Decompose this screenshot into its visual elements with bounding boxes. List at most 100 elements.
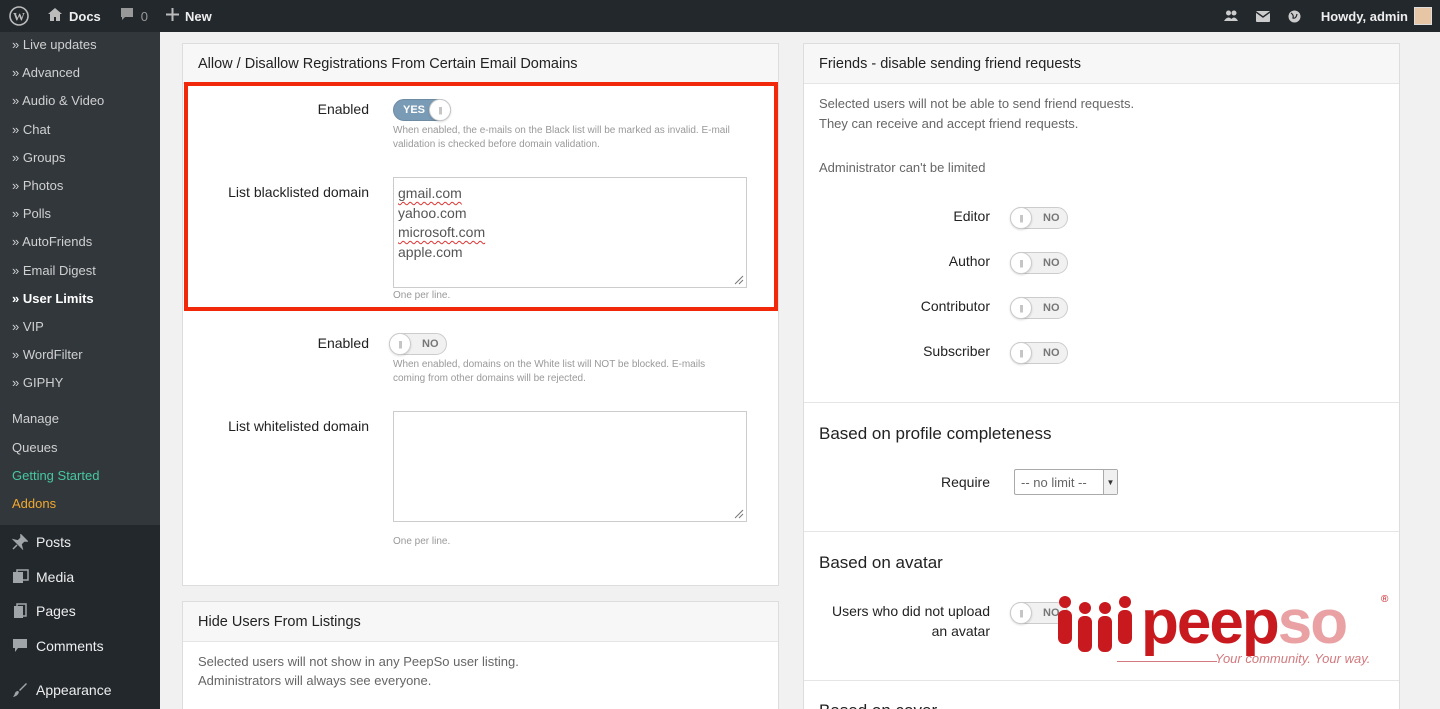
email-domains-panel: Allow / Disallow Registrations From Cert…	[182, 43, 779, 586]
submenu-wordfilter[interactable]: » WordFilter	[0, 342, 160, 370]
toggle-text: NO	[422, 338, 439, 350]
panel-title: Friends - disable sending friend request…	[804, 44, 1399, 84]
svg-text:W: W	[13, 10, 25, 24]
hide-users-panel: Hide Users From Listings Selected users …	[182, 601, 779, 709]
whitelist-domain-label: List whitelisted domain	[228, 418, 369, 434]
peepso-wordmark: peepso	[1141, 588, 1348, 658]
role-contributor-label: Contributor	[920, 298, 990, 314]
menu-label: Media	[36, 568, 75, 585]
role-editor-toggle[interactable]: ||| NO	[1010, 207, 1068, 229]
role-editor-label: Editor	[953, 208, 990, 224]
new-label: New	[185, 8, 212, 24]
role-author-label: Author	[948, 253, 990, 269]
divider	[804, 531, 1399, 532]
wordpress-logo-icon[interactable]: W	[0, 0, 38, 32]
submenu-photos[interactable]: » Photos	[0, 173, 160, 201]
toggle-knob: |||	[389, 333, 411, 355]
panel-title: Allow / Disallow Registrations From Cert…	[183, 44, 778, 84]
whitelist-hint-line1: When enabled, domains on the White list …	[393, 359, 706, 370]
whitelist-per-line: One per line.	[393, 536, 451, 547]
toggle-knob: |||	[1010, 342, 1032, 364]
submenu-getting-started[interactable]: Getting Started	[0, 463, 160, 491]
whitelist-hint-line2: coming from other domains will be reject…	[393, 373, 586, 384]
paintbrush-icon	[10, 680, 30, 700]
toggle-text: NO	[1043, 212, 1060, 224]
submenu-live-updates[interactable]: » Live updates	[0, 32, 160, 60]
submenu-email-digest[interactable]: » Email Digest	[0, 258, 160, 286]
toggle-knob: |||	[1010, 207, 1032, 229]
submenu-groups[interactable]: » Groups	[0, 145, 160, 173]
media-icon	[10, 567, 30, 587]
new-content-link[interactable]: New	[157, 0, 221, 32]
admin-bar: W Docs 0 New Howdy, admin	[0, 0, 1440, 32]
submenu-queues[interactable]: Queues	[0, 435, 160, 463]
howdy-text: Howdy, admin	[1320, 8, 1408, 24]
submenu-addons[interactable]: Addons	[0, 491, 160, 519]
role-subscriber-label: Subscriber	[923, 343, 990, 359]
toggle-knob: |||	[1010, 297, 1032, 319]
admin-sidebar: » Live updates » Advanced » Audio & Vide…	[0, 32, 160, 709]
friends-text2: They can receive and accept friend reque…	[819, 116, 1079, 131]
toggle-text: NO	[1043, 347, 1060, 359]
resize-handle-icon[interactable]	[734, 509, 744, 519]
wordmark-peep: peep	[1141, 588, 1280, 657]
role-contributor-toggle[interactable]: ||| NO	[1010, 297, 1068, 319]
avatar-label-line2: an avatar	[931, 623, 990, 639]
comments-icon	[10, 636, 30, 656]
pages-icon	[10, 601, 30, 621]
avatar-section-title: Based on avatar	[819, 553, 943, 572]
toggle-text: NO	[1043, 257, 1060, 269]
role-author-toggle[interactable]: ||| NO	[1010, 252, 1068, 274]
submenu-chat[interactable]: » Chat	[0, 117, 160, 145]
submenu-audio-video[interactable]: » Audio & Video	[0, 88, 160, 116]
profile-completeness-title: Based on profile completeness	[819, 424, 1052, 443]
peepso-tagline: Your community. Your way.	[1215, 651, 1371, 666]
menu-pages[interactable]: Pages	[0, 594, 160, 629]
submenu-vip[interactable]: » VIP	[0, 314, 160, 342]
hide-users-text1: Selected users will not show in any Peep…	[198, 654, 519, 669]
menu-posts[interactable]: Posts	[0, 525, 160, 560]
main-content: Allow / Disallow Registrations From Cert…	[160, 32, 1440, 709]
whitelist-enabled-toggle[interactable]: ||| NO	[389, 333, 447, 355]
highlight-box	[184, 82, 778, 311]
menu-label: Pages	[36, 603, 76, 620]
avatar	[1414, 7, 1432, 25]
mail-icon[interactable]	[1247, 0, 1279, 32]
registered-mark: ®	[1381, 594, 1389, 605]
divider	[804, 402, 1399, 403]
site-name-link[interactable]: Docs	[38, 0, 110, 32]
admin-note: Administrator can't be limited	[819, 160, 986, 175]
submenu-user-limits[interactable]: » User Limits	[0, 286, 160, 314]
toggle-text: NO	[1043, 302, 1060, 314]
peepso-people-icon	[1058, 596, 1132, 652]
role-subscriber-toggle[interactable]: ||| NO	[1010, 342, 1068, 364]
wordmark-so: so	[1277, 588, 1348, 657]
account-menu[interactable]: Howdy, admin	[1311, 7, 1432, 25]
menu-appearance[interactable]: Appearance	[0, 673, 160, 708]
require-label: Require	[940, 474, 990, 490]
friends-icon[interactable]	[1215, 0, 1247, 32]
submenu-autofriends[interactable]: » AutoFriends	[0, 229, 160, 257]
panel-title: Hide Users From Listings	[183, 602, 778, 642]
require-select[interactable]: -- no limit -- ▼	[1014, 469, 1118, 495]
submenu-giphy[interactable]: » GIPHY	[0, 370, 160, 398]
plus-icon	[166, 8, 180, 24]
tagline-divider	[1117, 661, 1217, 662]
globe-icon[interactable]	[1279, 0, 1311, 32]
pushpin-icon	[10, 532, 30, 552]
cover-section-title: Based on cover	[819, 701, 937, 709]
submenu-manage[interactable]: Manage	[0, 406, 160, 434]
chevron-down-icon: ▼	[1103, 470, 1117, 494]
submenu-advanced[interactable]: » Advanced	[0, 60, 160, 88]
toggle-knob: |||	[1010, 252, 1032, 274]
menu-media[interactable]: Media	[0, 560, 160, 595]
submenu-polls[interactable]: » Polls	[0, 201, 160, 229]
menu-comments[interactable]: Comments	[0, 629, 160, 664]
menu-label: Comments	[36, 637, 104, 654]
menu-label: Appearance	[36, 682, 112, 699]
avatar-label-line1: Users who did not upload	[832, 603, 990, 619]
hide-users-text2: Administrators will always see everyone.	[198, 673, 432, 688]
whitelist-domain-textarea[interactable]	[393, 411, 747, 522]
comments-link[interactable]: 0	[110, 0, 157, 32]
home-icon	[47, 7, 63, 25]
